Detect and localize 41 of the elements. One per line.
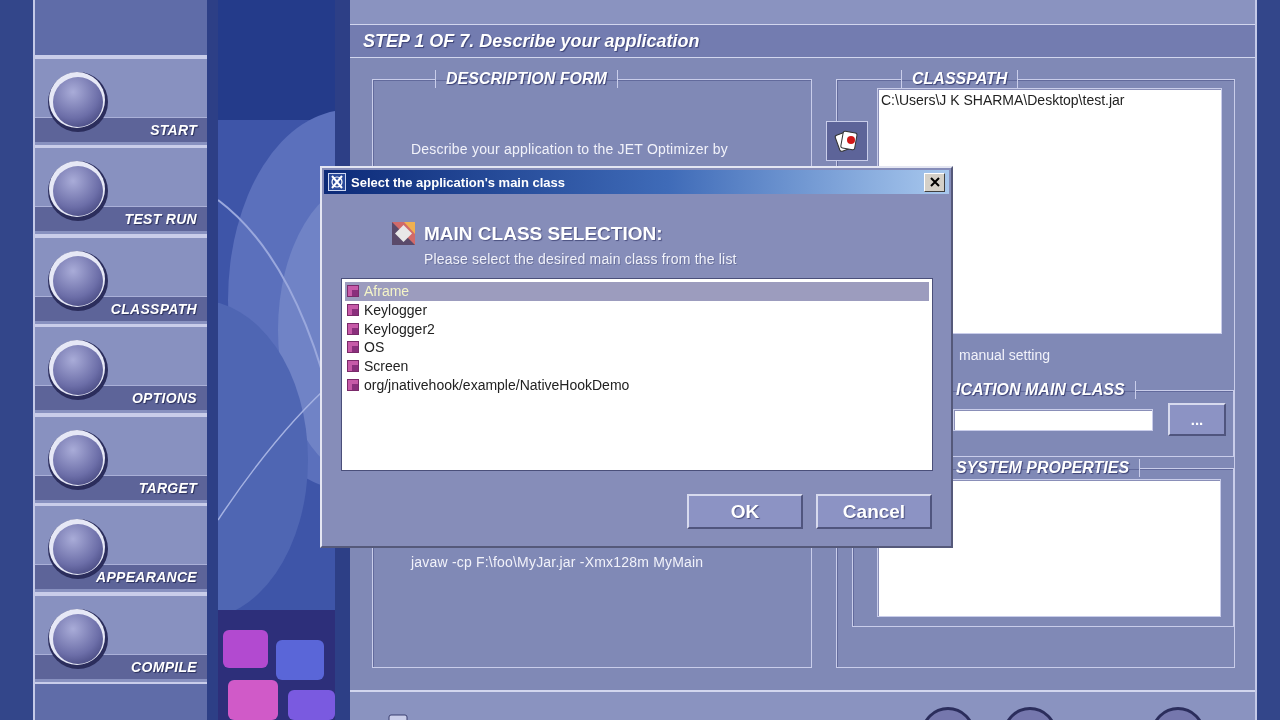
nav-button[interactable]: TARGET — [35, 415, 207, 503]
add-button[interactable] — [826, 121, 868, 161]
main-class-field[interactable] — [953, 408, 1153, 431]
nav-button[interactable]: TEST RUN — [35, 147, 207, 234]
nav-button[interactable]: APPEARANCE — [35, 505, 207, 592]
command-example: javaw -cp F:\foo\MyJar.jar -Xmx128m MyMain — [411, 554, 705, 570]
app-logo-icon — [328, 173, 346, 191]
step-title: STEP 1 OF 7. Describe your application — [363, 30, 700, 52]
manual-setting-label: manual setting — [959, 347, 1052, 363]
close-button[interactable] — [924, 172, 945, 192]
round-button-icon — [47, 428, 109, 491]
class-icon — [347, 378, 359, 391]
class-icon — [347, 360, 359, 373]
nav-button[interactable]: COMPILE — [35, 594, 207, 682]
class-item[interactable]: Screen — [345, 356, 929, 376]
classpath-entry: C:\Users\J K SHARMA\Desktop\test.jar — [881, 92, 1126, 108]
round-button-icon — [47, 607, 109, 670]
class-item[interactable]: OS — [345, 338, 929, 357]
class-item[interactable]: org/jnativehook/example/NativeHookDemo — [345, 375, 929, 395]
dialog-title: Select the application's main class — [351, 174, 567, 190]
cards-icon — [834, 129, 860, 153]
cancel-button[interactable]: Cancel — [816, 494, 932, 529]
class-icon — [347, 322, 359, 335]
nav-button[interactable]: CLASSPATH — [35, 236, 207, 324]
diamond-icon — [392, 222, 415, 245]
dialog-subtitle: Please select the desired main class from the list — [424, 251, 738, 267]
close-icon — [929, 177, 940, 187]
round-button-icon — [47, 339, 109, 401]
browse-button[interactable]: ... — [1168, 403, 1226, 436]
ok-button[interactable]: OK — [687, 494, 803, 529]
dialog-heading: MAIN CLASS SELECTION: — [424, 222, 663, 245]
round-button-icon — [47, 160, 109, 222]
panel-title: DESCRIPTION FORM — [435, 70, 618, 88]
class-icon — [347, 285, 359, 298]
nav-button[interactable]: OPTIONS — [35, 326, 207, 413]
class-icon — [347, 304, 359, 317]
round-button-icon — [47, 249, 109, 312]
description-text: Describe your application to the JET Optimizer by — [411, 141, 729, 157]
nav-button[interactable]: START — [35, 57, 207, 145]
class-icon — [347, 341, 359, 354]
round-button-icon — [47, 70, 109, 133]
